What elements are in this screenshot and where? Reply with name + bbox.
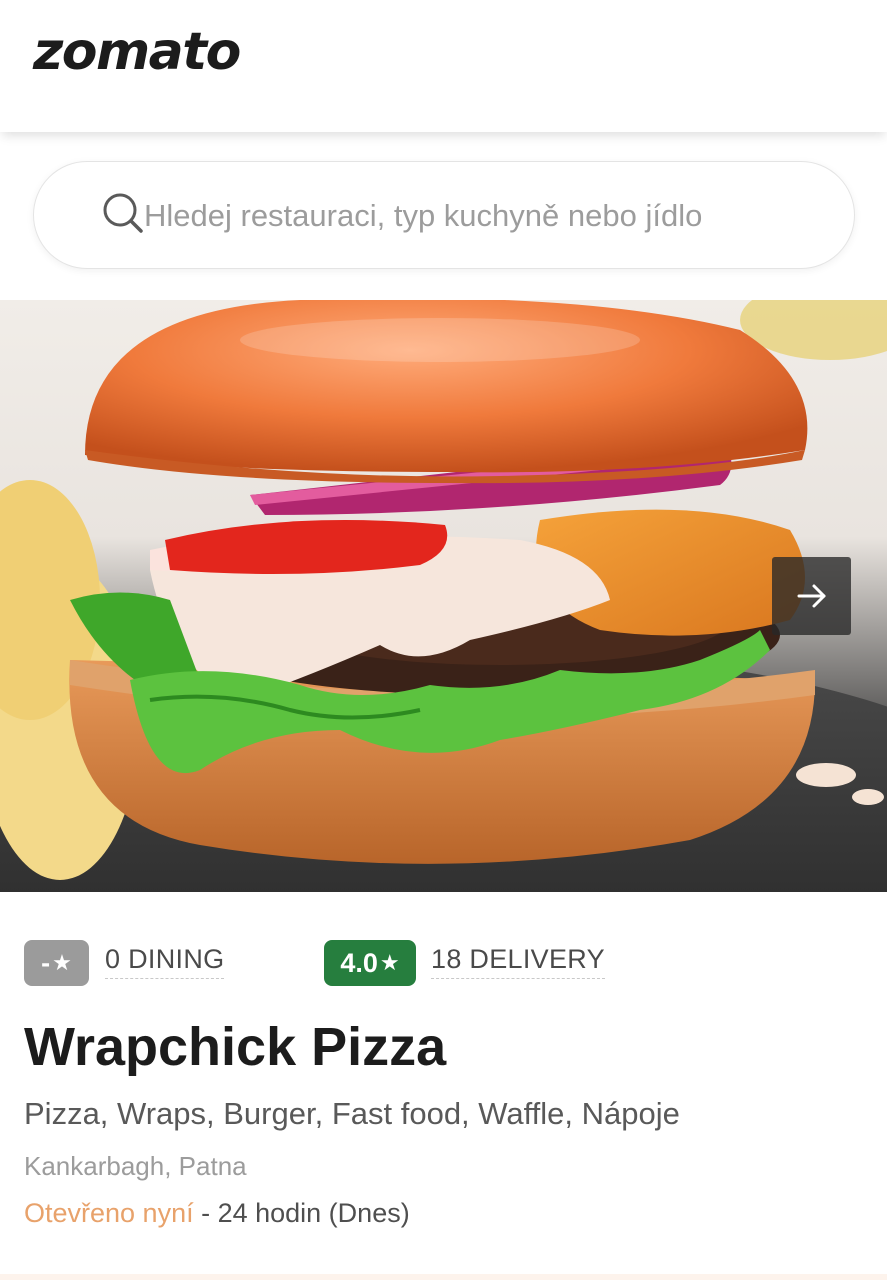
delivery-rating-badge[interactable]: 4.0 ★ xyxy=(324,940,416,986)
opening-hours: Otevřeno nyní - 24 hodin (Dnes) xyxy=(24,1198,410,1229)
dining-review-count[interactable]: 0 DINING xyxy=(105,944,225,979)
search-icon xyxy=(103,193,143,233)
app-header: zomato xyxy=(0,0,887,132)
ratings-row: - ★ 0 DINING 4.0 ★ 18 DELIVERY xyxy=(24,940,864,988)
dining-rating-value: - xyxy=(41,947,51,978)
delivery-review-count[interactable]: 18 DELIVERY xyxy=(431,944,605,979)
star-icon: ★ xyxy=(379,950,400,975)
zomato-logo[interactable]: zomato xyxy=(33,22,241,82)
restaurant-name: Wrapchick Pizza xyxy=(24,1017,447,1077)
restaurant-location: Kankarbagh, Patna xyxy=(24,1151,247,1181)
bottom-divider xyxy=(0,1274,887,1280)
burger-illustration xyxy=(0,300,887,892)
arrow-right-icon xyxy=(797,584,825,608)
search-input[interactable] xyxy=(144,190,824,242)
star-icon: ★ xyxy=(52,950,72,975)
delivery-rating-value: 4.0 xyxy=(340,947,378,978)
open-status: Otevřeno nyní xyxy=(24,1198,194,1228)
hours-text: - 24 hodin (Dnes) xyxy=(193,1198,410,1228)
restaurant-cuisines: Pizza, Wraps, Burger, Fast food, Waffle,… xyxy=(24,1096,680,1131)
dining-rating-badge[interactable]: - ★ xyxy=(24,940,89,986)
search-bar[interactable] xyxy=(33,161,855,269)
next-image-button[interactable] xyxy=(772,557,851,635)
restaurant-hero-image[interactable] xyxy=(0,300,887,892)
